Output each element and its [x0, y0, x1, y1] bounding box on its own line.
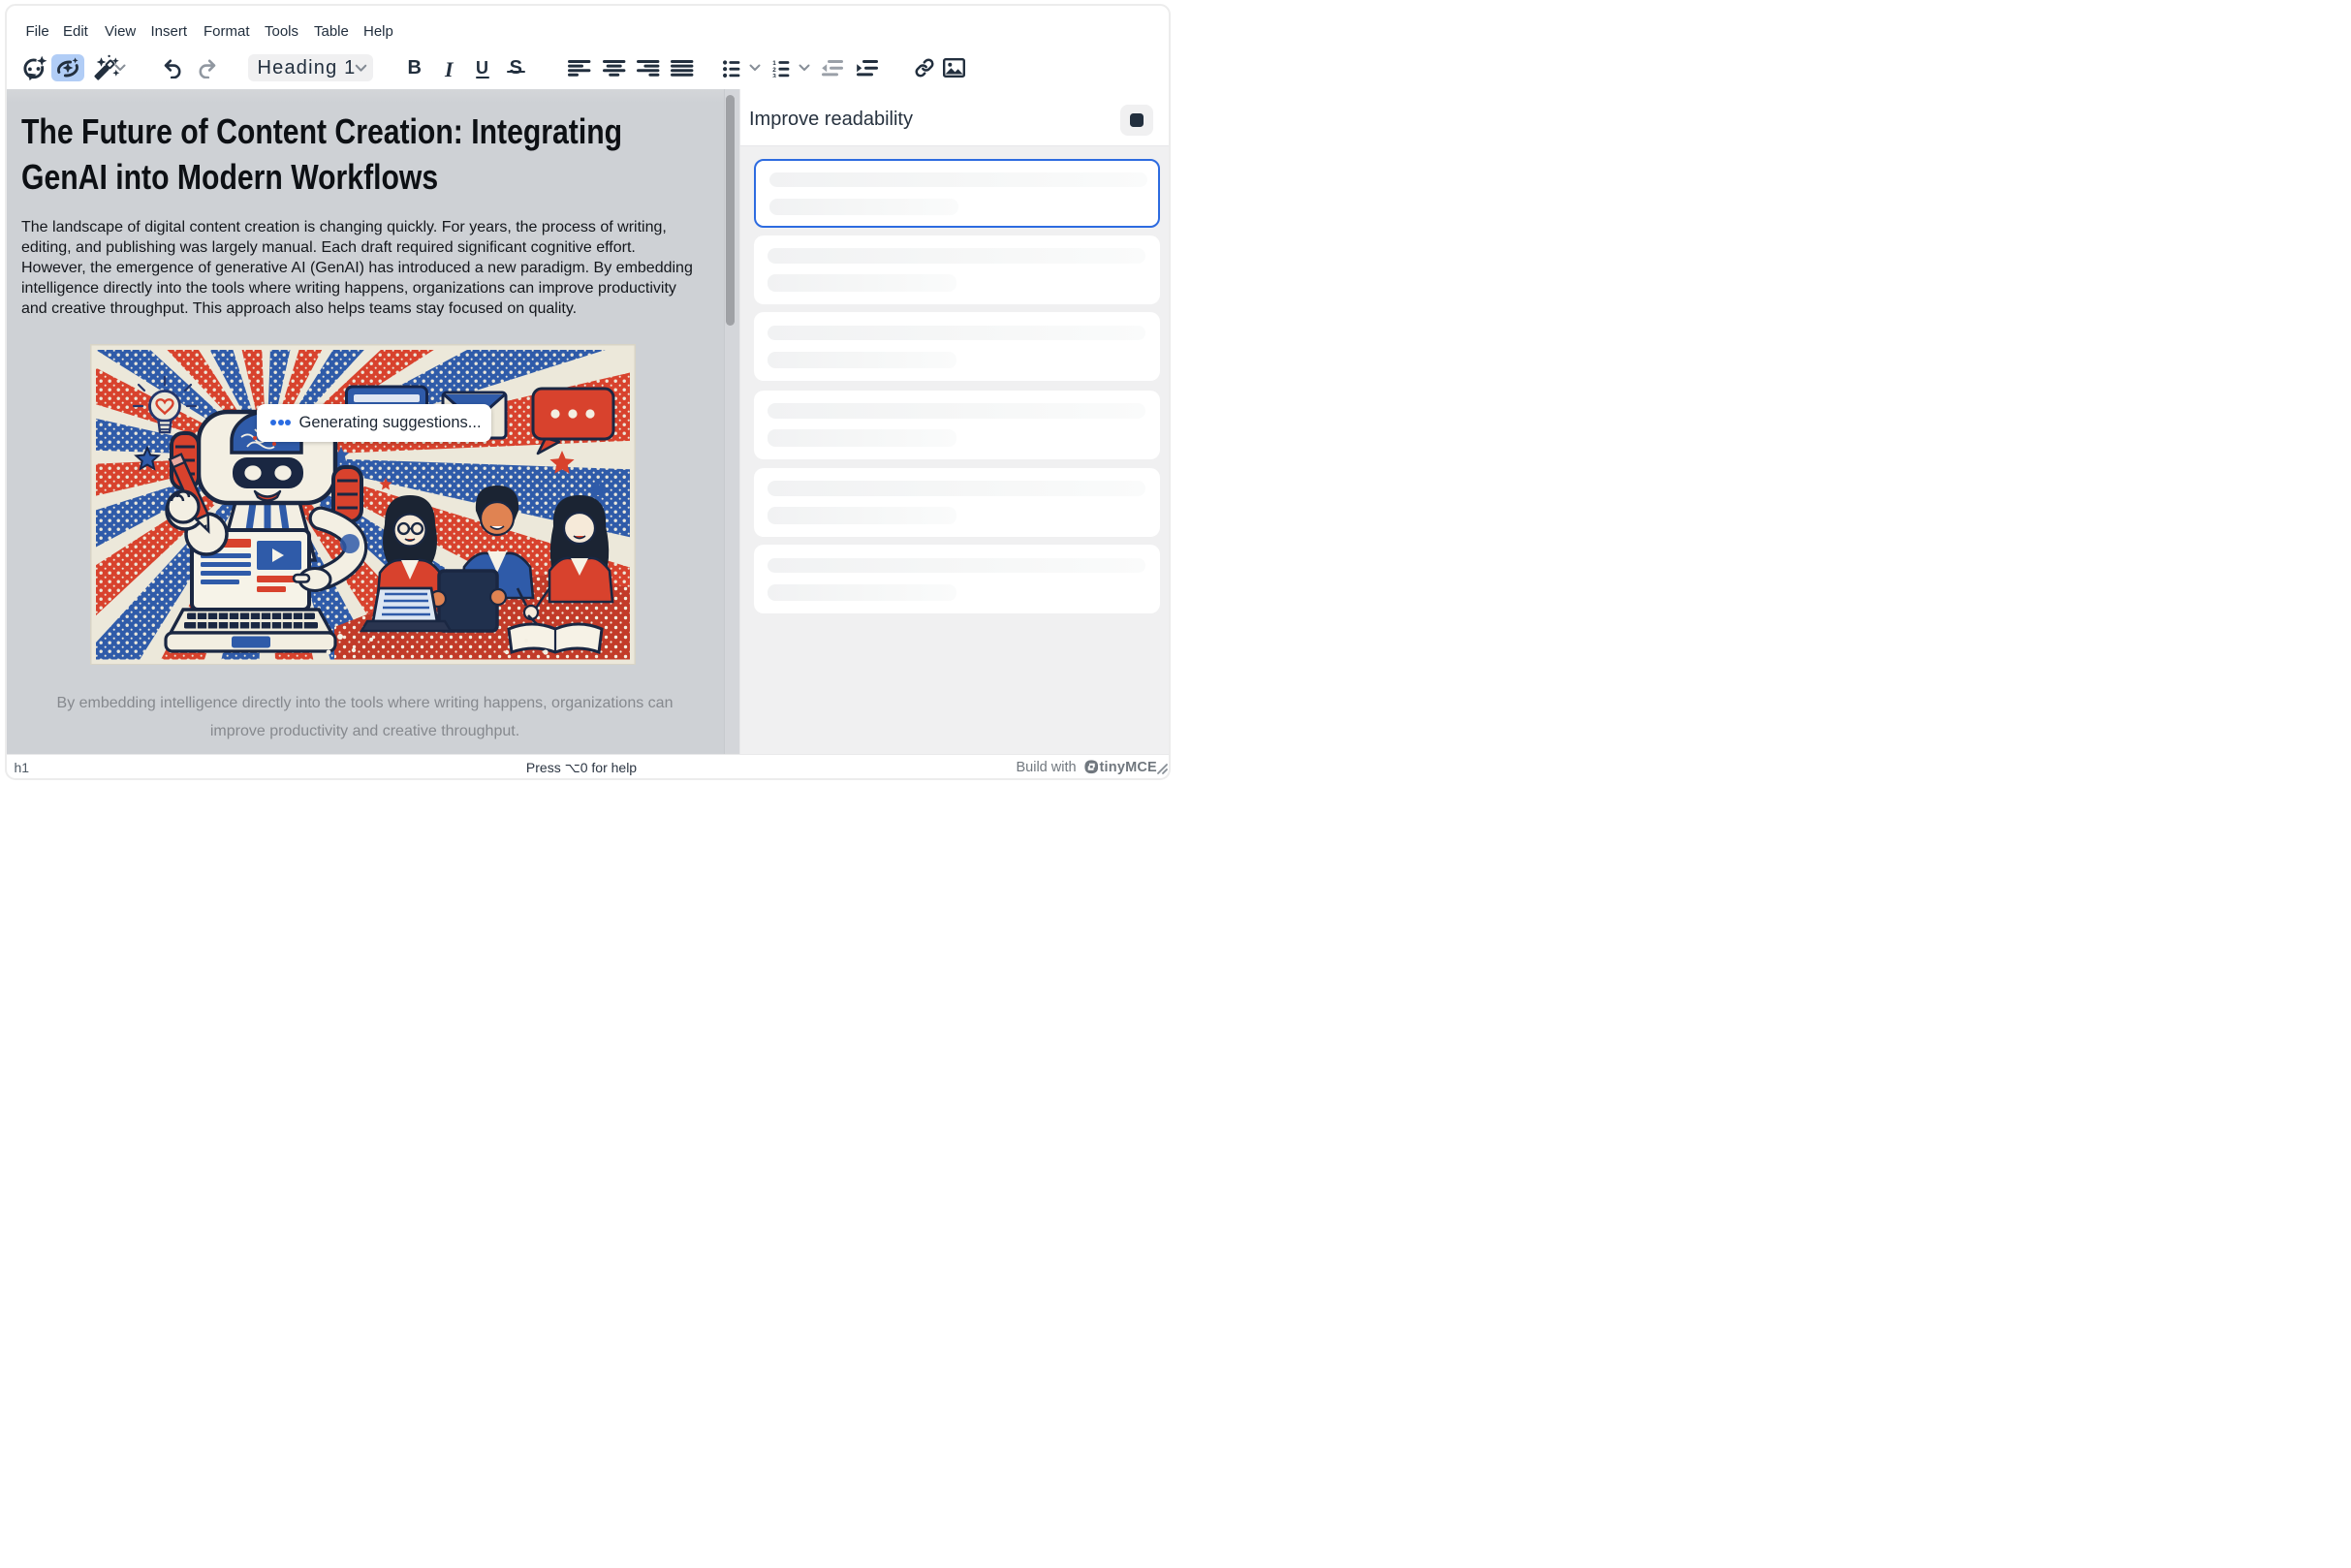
svg-text:3: 3 — [772, 73, 776, 78]
